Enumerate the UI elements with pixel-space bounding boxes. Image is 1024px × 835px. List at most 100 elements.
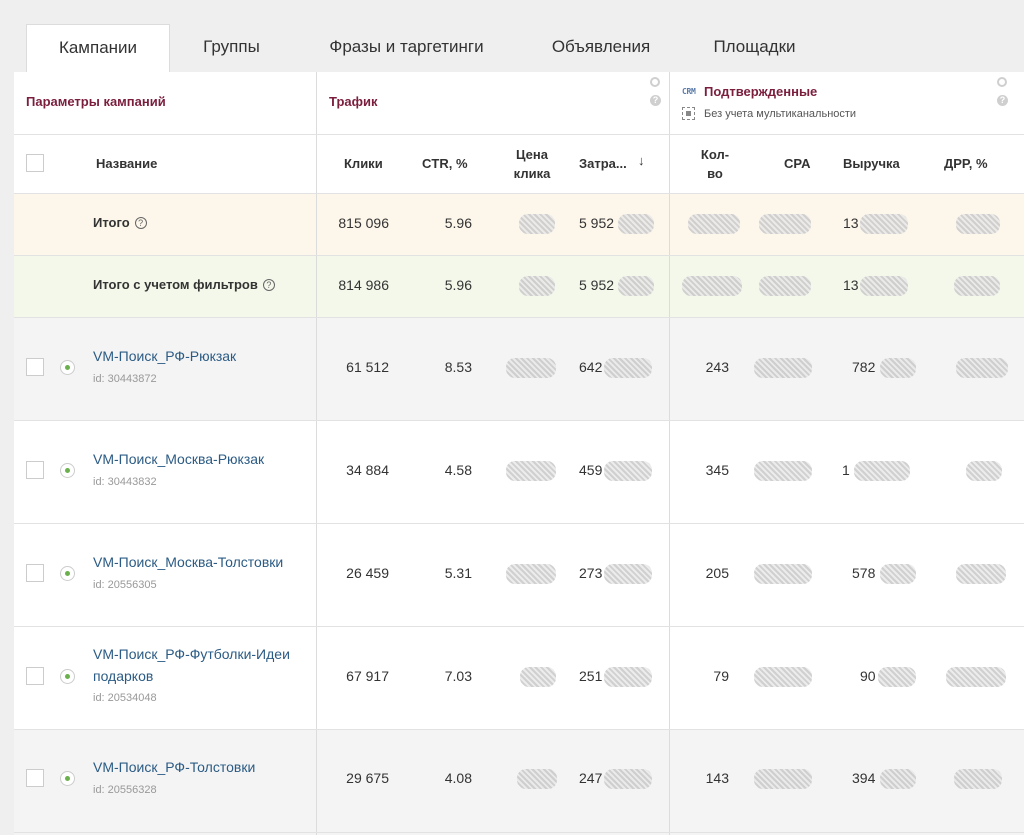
tab-campaigns[interactable]: Кампании: [26, 24, 170, 72]
col-clicks[interactable]: Клики: [344, 154, 383, 173]
campaign-count: 79: [713, 668, 729, 684]
divider: [14, 134, 1024, 135]
redacted-value: [519, 214, 555, 234]
help-icon[interactable]: ?: [262, 279, 275, 291]
campaign-count: 243: [705, 359, 729, 375]
campaign-clicks: 34 884: [346, 462, 389, 478]
gear-icon[interactable]: [650, 77, 660, 87]
redacted-value: [517, 769, 557, 789]
filtered-total-clicks: 814 986: [338, 277, 389, 293]
col-price[interactable]: Цена клика: [512, 145, 552, 183]
multichannel-icon[interactable]: [682, 107, 695, 120]
campaign-id: id: 30443832: [93, 476, 157, 488]
help-icon[interactable]: ?: [650, 95, 661, 106]
divider: [14, 523, 1024, 524]
col-ctr[interactable]: CTR, %: [422, 154, 468, 173]
status-radio[interactable]: [60, 463, 75, 478]
divider: [669, 72, 670, 835]
campaign-revenue: 578: [852, 565, 876, 581]
help-icon[interactable]: ?: [997, 95, 1008, 106]
redacted-value: [878, 667, 916, 687]
gear-icon[interactable]: [997, 77, 1007, 87]
divider: [14, 832, 1024, 833]
redacted-value: [754, 564, 812, 584]
redacted-value: [956, 214, 1000, 234]
redacted-value: [966, 461, 1002, 481]
status-radio[interactable]: [60, 360, 75, 375]
row-checkbox[interactable]: [26, 769, 44, 787]
campaign-name-link[interactable]: VM-Поиск_РФ-Рюкзак: [93, 345, 236, 367]
redacted-value: [860, 214, 908, 234]
total-spend: 5 952: [579, 215, 615, 231]
status-radio[interactable]: [60, 669, 75, 684]
redacted-value: [604, 564, 652, 584]
col-name[interactable]: Название: [96, 154, 157, 173]
redacted-value: [754, 667, 812, 687]
tab-groups[interactable]: Группы: [184, 24, 279, 72]
redacted-value: [506, 358, 556, 378]
col-drr[interactable]: ДРР, %: [944, 154, 988, 173]
col-cpa[interactable]: CPA: [784, 154, 810, 173]
row-checkbox[interactable]: [26, 461, 44, 479]
crm-badge: CRM: [682, 87, 696, 96]
campaign-ctr: 8.53: [444, 359, 472, 375]
divider: [14, 317, 1024, 318]
row-checkbox[interactable]: [26, 564, 44, 582]
campaign-spend: 247: [579, 770, 603, 786]
col-spend[interactable]: Затра...: [579, 154, 627, 173]
total-label: Итого?: [93, 215, 147, 230]
campaign-name-link[interactable]: VM-Поиск_РФ-Толстовки: [93, 756, 255, 778]
col-price-line1: Цена: [516, 147, 548, 162]
tab-ads[interactable]: Объявления: [534, 24, 668, 72]
select-all-checkbox[interactable]: [26, 154, 44, 172]
row-checkbox[interactable]: [26, 358, 44, 376]
col-revenue[interactable]: Выручка: [843, 154, 900, 173]
col-price-line2: клика: [513, 166, 551, 181]
redacted-value: [506, 564, 556, 584]
campaign-spend: 459: [579, 462, 603, 478]
campaign-name-link[interactable]: VM-Поиск_Москва-Толстовки: [93, 551, 283, 573]
campaign-ctr: 4.58: [444, 462, 472, 478]
redacted-value: [860, 276, 908, 296]
campaign-ctr: 4.08: [444, 770, 472, 786]
redacted-value: [880, 564, 916, 584]
redacted-value: [618, 276, 654, 296]
filtered-total-label: Итого с учетом фильтров?: [93, 277, 275, 292]
campaign-revenue: 90: [860, 668, 876, 684]
campaign-name-link[interactable]: VM-Поиск_РФ-Футболки-Идеи подарков: [93, 643, 290, 687]
total-revenue: 13: [843, 215, 859, 231]
redacted-value: [618, 214, 654, 234]
status-radio[interactable]: [60, 566, 75, 581]
tab-placements[interactable]: Площадки: [697, 24, 812, 72]
filtered-total-label-text: Итого с учетом фильтров: [93, 277, 258, 292]
campaign-id: id: 20556328: [93, 784, 157, 796]
divider: [14, 193, 1024, 194]
campaign-revenue: 394: [852, 770, 876, 786]
campaign-revenue: 782: [852, 359, 876, 375]
row-checkbox[interactable]: [26, 667, 44, 685]
redacted-value: [604, 769, 652, 789]
campaign-revenue: 1: [842, 462, 850, 478]
help-icon[interactable]: ?: [134, 217, 147, 229]
campaign-clicks: 67 917: [346, 668, 389, 684]
status-radio[interactable]: [60, 771, 75, 786]
campaign-name-link[interactable]: VM-Поиск_Москва-Рюкзак: [93, 448, 264, 470]
campaign-count: 205: [705, 565, 729, 581]
campaign-ctr: 7.03: [444, 668, 472, 684]
redacted-value: [954, 276, 1000, 296]
redacted-value: [520, 667, 556, 687]
redacted-value: [759, 214, 811, 234]
campaign-clicks: 29 675: [346, 770, 389, 786]
redacted-value: [759, 276, 811, 296]
tab-phrases-targeting[interactable]: Фразы и таргетинги: [304, 24, 509, 72]
redacted-value: [506, 461, 556, 481]
sort-desc-icon[interactable]: ↓: [638, 153, 645, 168]
redacted-value: [956, 358, 1008, 378]
col-count[interactable]: Кол- во: [695, 145, 735, 183]
group-title-traffic: Трафик: [329, 94, 378, 109]
redacted-value: [604, 461, 652, 481]
redacted-value: [946, 667, 1006, 687]
filtered-total-spend: 5 952: [579, 277, 615, 293]
campaign-id: id: 20556305: [93, 579, 157, 591]
total-clicks: 815 096: [338, 215, 389, 231]
